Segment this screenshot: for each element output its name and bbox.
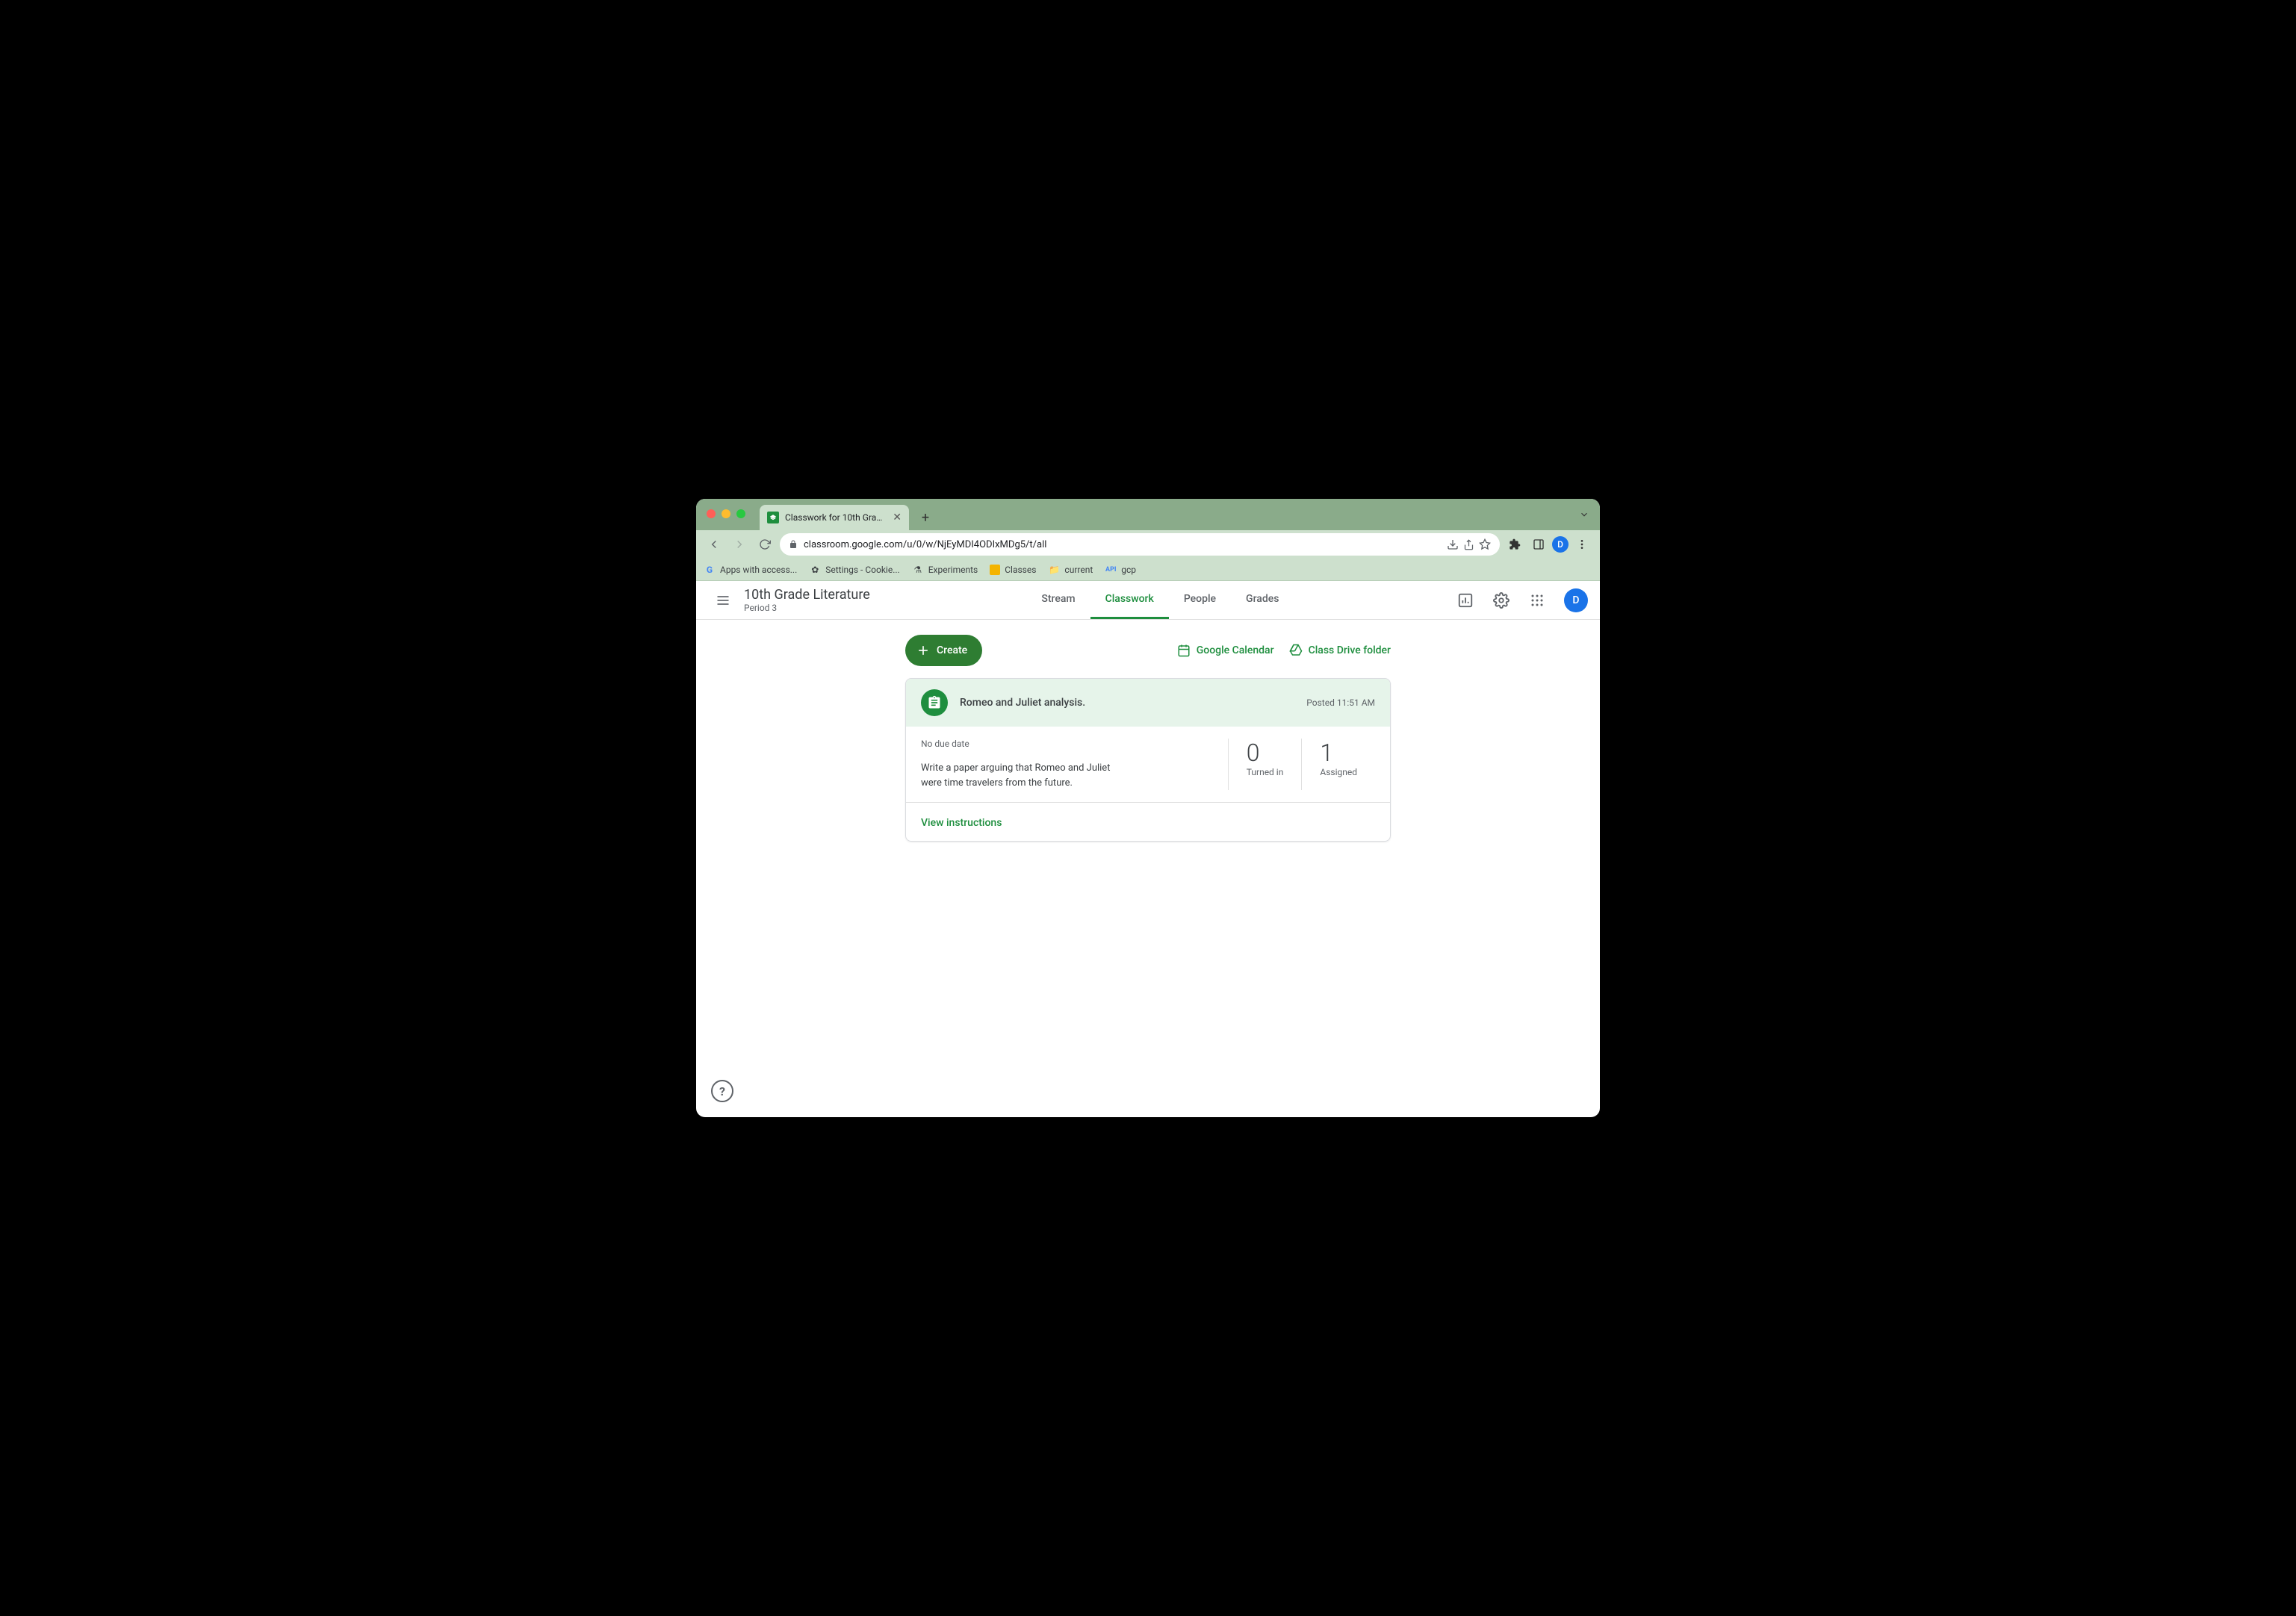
reload-button[interactable]	[754, 534, 775, 555]
api-icon: API	[1105, 564, 1117, 576]
app-header: 10th Grade Literature Period 3 Stream Cl…	[696, 581, 1600, 620]
view-instructions-link[interactable]: View instructions	[921, 817, 1002, 829]
bookmark-star-icon[interactable]	[1479, 538, 1491, 550]
tab-search-icon[interactable]	[1579, 509, 1589, 520]
assignment-title: Romeo and Juliet analysis.	[960, 697, 1294, 709]
turned-in-label: Turned in	[1247, 767, 1284, 777]
bookmarks-bar: GApps with access... ✿Settings - Cookie.…	[696, 559, 1600, 581]
class-title-block[interactable]: 10th Grade Literature Period 3	[744, 587, 870, 613]
url-text: classroom.google.com/u/0/w/NjEyMDI4ODIxM…	[804, 539, 1046, 550]
bookmark-settings[interactable]: ✿Settings - Cookie...	[809, 564, 899, 576]
help-button[interactable]: ?	[711, 1080, 733, 1102]
assigned-label: Assigned	[1320, 767, 1357, 777]
browser-toolbar: classroom.google.com/u/0/w/NjEyMDI4ODIxM…	[696, 530, 1600, 559]
due-date: No due date	[921, 739, 1228, 749]
lock-icon	[789, 540, 798, 549]
browser-profile-avatar[interactable]: D	[1552, 536, 1569, 553]
browser-menu-icon[interactable]	[1571, 534, 1592, 555]
assignment-header[interactable]: Romeo and Juliet analysis. Posted 11:51 …	[906, 679, 1390, 727]
assignment-description: Write a paper arguing that Romeo and Jul…	[921, 761, 1115, 790]
drive-icon	[1289, 644, 1303, 657]
download-icon[interactable]	[1447, 538, 1459, 550]
header-right: D	[1450, 585, 1588, 615]
bookmark-current[interactable]: 📁current	[1048, 564, 1093, 576]
back-button[interactable]	[704, 534, 725, 555]
assignment-card: Romeo and Juliet analysis. Posted 11:51 …	[905, 678, 1391, 842]
tab-classwork[interactable]: Classwork	[1090, 581, 1169, 619]
google-g-icon: G	[704, 564, 716, 576]
class-drive-link[interactable]: Class Drive folder	[1289, 644, 1391, 657]
browser-tab[interactable]: Classwork for 10th Grade Litera ✕	[760, 505, 909, 530]
close-window-button[interactable]	[707, 509, 716, 518]
forward-button[interactable]	[729, 534, 750, 555]
bookmark-experiments[interactable]: ⚗Experiments	[912, 564, 978, 576]
top-actions: Create Google Calendar Class Drive folde…	[905, 635, 1391, 666]
tab-stream[interactable]: Stream	[1026, 581, 1090, 619]
sidepanel-icon[interactable]	[1528, 534, 1549, 555]
turned-in-stat[interactable]: 0 Turned in	[1228, 739, 1302, 790]
share-icon[interactable]	[1463, 538, 1474, 550]
new-tab-button[interactable]: +	[915, 507, 936, 528]
classroom-icon	[990, 565, 1000, 575]
omnibox-actions	[1447, 538, 1491, 550]
posted-time: Posted 11:51 AM	[1306, 697, 1375, 708]
class-section: Period 3	[744, 603, 870, 613]
tab-grades[interactable]: Grades	[1231, 581, 1294, 619]
folder-icon: 📁	[1048, 564, 1060, 576]
create-button[interactable]: Create	[905, 635, 982, 666]
assignment-details: No due date Write a paper arguing that R…	[921, 739, 1228, 790]
content-area: Create Google Calendar Class Drive folde…	[696, 620, 1600, 1117]
gear-icon: ✿	[809, 564, 821, 576]
google-apps-icon[interactable]	[1522, 585, 1552, 615]
assignment-footer: View instructions	[906, 802, 1390, 841]
flask-icon: ⚗	[912, 564, 924, 576]
analytics-icon[interactable]	[1450, 585, 1480, 615]
assignment-body: No due date Write a paper arguing that R…	[906, 727, 1390, 802]
assignment-stats: 0 Turned in 1 Assigned	[1228, 739, 1375, 790]
google-calendar-link[interactable]: Google Calendar	[1177, 644, 1274, 657]
tab-strip: Classwork for 10th Grade Litera ✕ +	[760, 499, 936, 530]
content-inner: Create Google Calendar Class Drive folde…	[905, 635, 1391, 842]
top-links: Google Calendar Class Drive folder	[1177, 644, 1391, 657]
close-tab-icon[interactable]: ✕	[893, 512, 902, 523]
tab-title: Classwork for 10th Grade Litera	[785, 512, 887, 523]
address-bar[interactable]: classroom.google.com/u/0/w/NjEyMDI4ODIxM…	[780, 533, 1500, 556]
class-name: 10th Grade Literature	[744, 587, 870, 603]
bookmark-apps[interactable]: GApps with access...	[704, 564, 797, 576]
header-tabs: Stream Classwork People Grades	[1026, 581, 1294, 619]
assigned-stat[interactable]: 1 Assigned	[1301, 739, 1375, 790]
browser-window: Classwork for 10th Grade Litera ✕ + clas…	[696, 499, 1600, 1117]
extensions-icon[interactable]	[1504, 534, 1525, 555]
account-avatar[interactable]: D	[1564, 588, 1588, 612]
assignment-icon	[921, 689, 948, 716]
titlebar: Classwork for 10th Grade Litera ✕ +	[696, 499, 1600, 530]
bookmark-gcp[interactable]: APIgcp	[1105, 564, 1136, 576]
turned-in-count: 0	[1247, 739, 1284, 767]
minimize-window-button[interactable]	[722, 509, 730, 518]
tab-people[interactable]: People	[1169, 581, 1231, 619]
bookmark-classes[interactable]: Classes	[990, 565, 1036, 575]
assigned-count: 1	[1320, 739, 1357, 767]
main-menu-button[interactable]	[708, 585, 738, 615]
calendar-icon	[1177, 644, 1191, 657]
settings-icon[interactable]	[1486, 585, 1516, 615]
classroom-favicon-icon	[767, 512, 779, 523]
toolbar-right: D	[1504, 534, 1592, 555]
maximize-window-button[interactable]	[736, 509, 745, 518]
plus-icon	[916, 643, 931, 658]
window-controls	[707, 509, 745, 518]
